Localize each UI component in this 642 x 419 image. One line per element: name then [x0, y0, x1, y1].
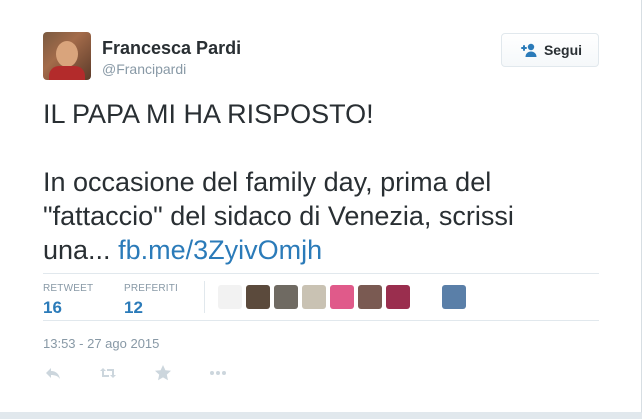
follow-button[interactable]: Segui [501, 33, 599, 67]
retweet-label: RETWEET [43, 283, 94, 294]
favorites-count: 12 [124, 298, 143, 317]
favoriter-avatar-6[interactable] [358, 285, 382, 309]
user-name[interactable]: Francesca Pardi [102, 38, 241, 59]
user-handle[interactable]: @Francipardi [102, 61, 186, 77]
follow-person-icon [520, 43, 537, 57]
tweet-timestamp[interactable]: 13:53 - 27 ago 2015 [43, 336, 159, 351]
favoriter-avatar-3[interactable] [274, 285, 298, 309]
retweet-icon[interactable] [98, 363, 118, 383]
stats-divider-top [43, 273, 599, 274]
retweet-count: 16 [43, 298, 62, 317]
stats-separator [204, 281, 205, 313]
tweet-text-line1: IL PAPA MI HA RISPOSTO! [43, 99, 374, 129]
favorites-stat[interactable]: PREFERITI 12 [124, 283, 178, 318]
more-dots-icon[interactable] [208, 363, 228, 383]
tweet-card: Francesca Pardi @Francipardi Segui IL PA… [0, 0, 642, 413]
favoriter-avatar-7[interactable] [386, 285, 410, 309]
avatar-face [56, 41, 78, 67]
retweet-stat[interactable]: RETWEET 16 [43, 283, 93, 318]
favoriter-avatar-9[interactable] [442, 285, 466, 309]
favoriter-avatar-5[interactable] [330, 285, 354, 309]
stats-divider-bottom [43, 320, 599, 321]
follow-button-label: Segui [543, 42, 583, 58]
avatar-shirt [49, 66, 85, 80]
favoriter-avatar-4[interactable] [302, 285, 326, 309]
reply-icon[interactable] [43, 363, 63, 383]
favoriter-avatar-2[interactable] [246, 285, 270, 309]
tweet-text: IL PAPA MI HA RISPOSTO! In occasione del… [43, 97, 603, 267]
favoriter-avatar-8[interactable] [414, 285, 438, 309]
tweet-link[interactable]: fb.me/3ZyivOmjh [118, 235, 322, 265]
avatar[interactable] [43, 32, 91, 80]
favorite-star-icon[interactable] [153, 363, 173, 383]
tweet-actions [43, 363, 263, 383]
favoriter-avatar-1[interactable] [218, 285, 242, 309]
favorites-label: PREFERITI [124, 283, 179, 294]
favoriter-avatars [218, 285, 466, 309]
